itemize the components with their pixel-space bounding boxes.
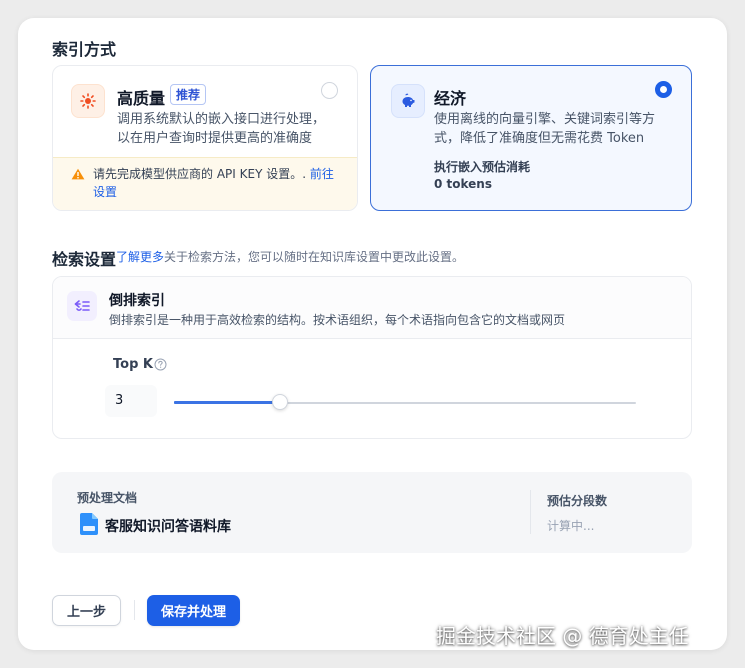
sun-icon [71, 84, 105, 118]
goto-settings-link-part1[interactable]: 前往 [310, 167, 334, 181]
inverted-index-icon [67, 291, 97, 321]
api-key-warning: 请先完成模型供应商的 API KEY 设置。. 前往 设置 [53, 157, 357, 210]
document-icon [80, 513, 98, 535]
topk-slider-fill [174, 401, 280, 404]
option-high-quality-desc-1: 调用系统默认的嵌入接口进行处理， [117, 112, 326, 127]
segments-label: 预估分段数 [547, 494, 608, 508]
estimate-label: 执行嵌入预估消耗 [434, 160, 531, 174]
index-method-title: 索引方式 [52, 40, 117, 59]
topk-input[interactable]: 3 [105, 385, 157, 417]
previous-step-button[interactable]: 上一步 [52, 595, 121, 626]
preprocess-doc-label: 预处理文档 [77, 491, 138, 505]
save-and-process-button[interactable]: 保存并处理 [147, 595, 240, 626]
option-high-quality-title: 高质量 [117, 89, 166, 108]
warning-icon [71, 168, 85, 180]
watermark-text: 掘金技术社区 @ 德育处主任 [436, 624, 689, 648]
piggy-bank-icon [391, 84, 425, 118]
option-high-quality[interactable]: 高质量 推荐 调用系统默认的嵌入接口进行处理， 以在用户查询时提供更高的准确度 … [52, 65, 358, 211]
preprocess-divider [530, 490, 531, 534]
recommended-badge: 推荐 [170, 84, 207, 105]
button-divider [134, 600, 135, 620]
retrieval-method-desc: 倒排索引是一种用于高效检索的结构。按术语组织，每个术语指向包含它的文档或网页 [109, 313, 566, 327]
topk-slider-handle[interactable] [272, 394, 288, 410]
radio-high-quality[interactable] [321, 82, 338, 99]
retrieval-settings-title: 检索设置 [52, 250, 117, 269]
option-economy-title: 经济 [434, 89, 467, 108]
option-economy[interactable]: 经济 使用离线的向量引擎、关键词索引等方 式，降低了准确度但无需花费 Token… [370, 65, 692, 211]
option-high-quality-desc-2: 以在用户查询时提供更高的准确度 [117, 131, 313, 146]
preprocess-panel: 预处理文档 客服知识问答语料库 预估分段数 计算中... [52, 472, 692, 553]
retrieval-method-header: 倒排索引 倒排索引是一种用于高效检索的结构。按术语组织，每个术语指向包含它的文档… [53, 277, 691, 339]
estimate-value: 0 tokens [434, 177, 492, 191]
radio-economy[interactable] [655, 81, 672, 98]
topk-label: Top K [113, 357, 153, 372]
option-economy-desc-2: 式，降低了准确度但无需花费 Token [434, 131, 645, 146]
retrieval-method-name: 倒排索引 [109, 293, 165, 309]
help-circle-icon[interactable] [154, 358, 167, 371]
retrieval-method-panel: 倒排索引 倒排索引是一种用于高效检索的结构。按术语组织，每个术语指向包含它的文档… [52, 276, 692, 439]
retrieval-note: 关于检索方法，您可以随时在知识库设置中更改此设置。 [164, 250, 465, 264]
goto-settings-link-part2[interactable]: 设置 [93, 185, 117, 199]
warning-text: 请先完成模型供应商的 API KEY 设置。. [93, 167, 307, 181]
option-economy-desc-1: 使用离线的向量引擎、关键词索引等方 [434, 112, 656, 127]
learn-more-link[interactable]: 了解更多 [116, 248, 164, 265]
document-name: 客服知识问答语料库 [105, 519, 231, 535]
segments-value: 计算中... [547, 519, 595, 533]
